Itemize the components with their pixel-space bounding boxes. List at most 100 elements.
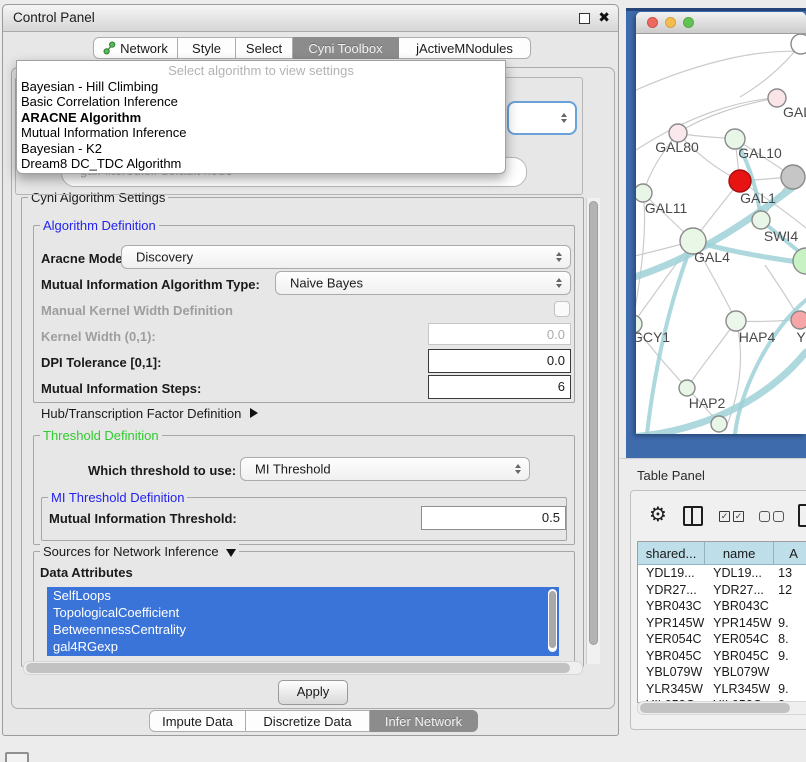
float-window-icon[interactable] bbox=[579, 13, 590, 24]
minimized-panel-icon[interactable] bbox=[5, 752, 29, 762]
network-edge bbox=[687, 321, 736, 388]
network-canvas[interactable]: GALGAL80GAL10GAL1GAL11SWI4GAL4GCY1HAP4YH… bbox=[636, 34, 806, 434]
table-cell bbox=[774, 664, 806, 681]
expanded-arrow-icon bbox=[226, 549, 236, 557]
which-threshold-select[interactable]: MI Threshold bbox=[240, 457, 530, 481]
threshold-definition-title: Threshold Definition bbox=[40, 428, 162, 443]
tab-style[interactable]: Style bbox=[178, 37, 236, 59]
algorithm-option[interactable]: ARACNE Algorithm bbox=[17, 110, 505, 125]
dropdown-prompt: Select algorithm to view settings bbox=[17, 63, 505, 78]
list-scrollbar[interactable] bbox=[548, 589, 557, 652]
table-panel-title: Table Panel bbox=[637, 468, 705, 483]
minimize-traffic-light[interactable] bbox=[665, 17, 676, 28]
node-label: GAL1 bbox=[740, 190, 776, 206]
mi-type-label: Mutual Information Algorithm Type: bbox=[41, 277, 260, 292]
table-cell: YER054C bbox=[705, 631, 774, 648]
table-row[interactable]: YDL19...YDL19...13 bbox=[638, 565, 806, 582]
stepper-icon bbox=[515, 464, 521, 474]
network-node-y[interactable] bbox=[791, 311, 806, 329]
node-label: GAL11 bbox=[645, 200, 688, 216]
aracne-mode-value: Discovery bbox=[136, 250, 193, 265]
zoom-traffic-light[interactable] bbox=[683, 17, 694, 28]
node-label: HAP4 bbox=[739, 329, 776, 345]
control-panel-titlebar: Control Panel ✖ bbox=[3, 5, 618, 32]
tab-infer-network[interactable]: Infer Network bbox=[370, 710, 478, 732]
table-row[interactable]: YLR345WYLR345W9. bbox=[638, 681, 806, 698]
table-row[interactable]: YER054CYER054C8. bbox=[638, 631, 806, 648]
screen: Control Panel ✖ NetworkStyleSelectCyni T… bbox=[0, 0, 806, 762]
network-node[interactable] bbox=[711, 416, 727, 432]
stepper-icon bbox=[556, 252, 562, 262]
dpi-tolerance-field[interactable]: 0.0 bbox=[428, 349, 571, 373]
manual-kernel-checkbox[interactable] bbox=[554, 301, 570, 317]
select-all-icon[interactable]: ✓ bbox=[733, 511, 744, 522]
algorithm-option[interactable]: Mutual Information Inference bbox=[17, 125, 505, 140]
network-node-hap2[interactable] bbox=[679, 380, 695, 396]
document-icon[interactable] bbox=[798, 504, 806, 527]
attribute-option[interactable]: BetweennessCentrality bbox=[47, 621, 559, 638]
data-attributes-list[interactable]: SelfLoopsTopologicalCoefficientBetweenne… bbox=[47, 587, 559, 656]
deselect-all-icon[interactable] bbox=[759, 511, 770, 522]
algorithm-select-fragment[interactable] bbox=[507, 101, 577, 135]
settings-vertical-scrollbar[interactable] bbox=[586, 198, 600, 664]
tab-jactivemnodules[interactable]: jActiveMNodules bbox=[399, 37, 531, 59]
select-all-icon[interactable]: ✓ bbox=[719, 511, 730, 522]
close-traffic-light[interactable] bbox=[647, 17, 658, 28]
deselect-all-icon[interactable] bbox=[773, 511, 784, 522]
algorithm-option[interactable]: Basic Correlation Inference bbox=[17, 94, 505, 109]
table-cell: YBR043C bbox=[705, 598, 774, 615]
column-header-name[interactable]: name bbox=[705, 542, 774, 565]
sources-toggle[interactable]: Sources for Network Inference bbox=[40, 544, 239, 559]
table-horizontal-scrollbar[interactable] bbox=[637, 701, 806, 715]
column-header-a[interactable]: A bbox=[774, 542, 806, 565]
network-edge bbox=[636, 51, 806, 90]
close-icon[interactable]: ✖ bbox=[598, 9, 610, 26]
network-window-titlebar bbox=[636, 12, 806, 34]
table-row[interactable]: YDR27...YDR27...12 bbox=[638, 582, 806, 599]
network-node[interactable] bbox=[793, 248, 806, 274]
table-cell: YDR27... bbox=[638, 582, 705, 599]
kernel-width-label: Kernel Width (0,1): bbox=[41, 329, 156, 344]
tab-discretize-data[interactable]: Discretize Data bbox=[246, 710, 370, 732]
window-title: Control Panel bbox=[13, 10, 95, 25]
tab-network[interactable]: Network bbox=[93, 37, 178, 59]
table-row[interactable]: YBL079WYBL079W bbox=[638, 664, 806, 681]
algorithm-option[interactable]: Bayesian - Hill Climbing bbox=[17, 79, 505, 94]
apply-button[interactable]: Apply bbox=[278, 680, 348, 705]
settings-horizontal-scrollbar[interactable] bbox=[23, 661, 583, 675]
mi-threshold-field[interactable]: 0.5 bbox=[421, 506, 566, 530]
columns-icon[interactable] bbox=[683, 506, 703, 526]
algorithm-definition-title: Algorithm Definition bbox=[40, 218, 159, 233]
mi-steps-label: Mutual Information Steps: bbox=[41, 381, 201, 396]
table-cell: YPR145W bbox=[638, 615, 705, 632]
attribute-option[interactable]: TopologicalCoefficient bbox=[47, 604, 559, 621]
table-row[interactable]: YPR145WYPR145W9. bbox=[638, 615, 806, 632]
table-row[interactable]: YBR045CYBR045C9. bbox=[638, 648, 806, 665]
stepper-icon bbox=[561, 113, 567, 123]
tab-cyni-toolbox[interactable]: Cyni Toolbox bbox=[293, 37, 399, 59]
mi-steps-field[interactable]: 6 bbox=[428, 375, 571, 399]
hub-definition-toggle[interactable]: Hub/Transcription Factor Definition bbox=[41, 406, 258, 421]
table-cell: YBL079W bbox=[638, 664, 705, 681]
tab-impute-data[interactable]: Impute Data bbox=[149, 710, 246, 732]
network-node-hap4[interactable] bbox=[726, 311, 746, 331]
network-node[interactable] bbox=[781, 165, 805, 189]
network-node-swi4[interactable] bbox=[752, 211, 770, 229]
attribute-option[interactable]: gal4RGexp bbox=[47, 638, 559, 655]
gear-icon[interactable]: ⚙ bbox=[649, 502, 667, 526]
network-node-gal1[interactable] bbox=[729, 170, 751, 192]
node-label: HAP2 bbox=[689, 395, 726, 411]
attribute-option[interactable]: SelfLoops bbox=[47, 587, 559, 604]
aracne-mode-select[interactable]: Discovery bbox=[121, 245, 571, 269]
algorithm-option[interactable]: Bayesian - K2 bbox=[17, 141, 505, 156]
network-node[interactable] bbox=[791, 34, 806, 54]
table-row[interactable]: YBR043CYBR043C bbox=[638, 598, 806, 615]
tab-select[interactable]: Select bbox=[236, 37, 293, 59]
control-panel-tabs: NetworkStyleSelectCyni ToolboxjActiveMNo… bbox=[93, 37, 531, 59]
table-cell: YBR043C bbox=[638, 598, 705, 615]
mi-type-select[interactable]: Naive Bayes bbox=[275, 271, 571, 295]
kernel-width-field[interactable]: 0.0 bbox=[428, 323, 571, 345]
column-header-shared[interactable]: shared... bbox=[638, 542, 705, 565]
algorithm-option[interactable]: Dream8 DC_TDC Algorithm bbox=[17, 156, 505, 171]
stepper-icon bbox=[556, 278, 562, 288]
